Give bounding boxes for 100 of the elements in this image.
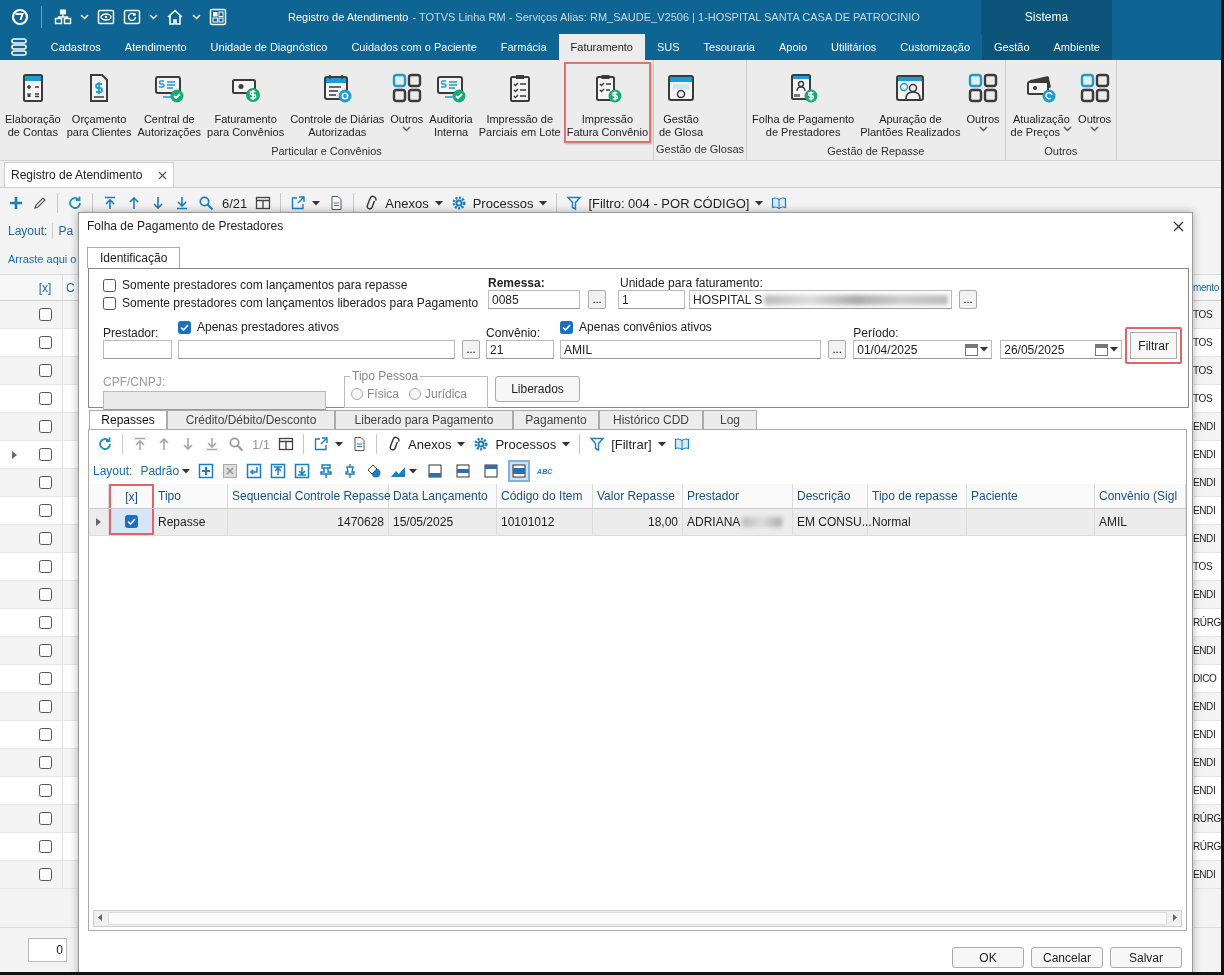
paint-icon[interactable] <box>366 463 383 479</box>
column-header[interactable]: Convênio (Sigl <box>1095 484 1186 508</box>
tab[interactable]: Repasses <box>89 410 167 429</box>
paperclip-icon[interactable] <box>363 195 380 211</box>
caret-icon[interactable] <box>182 468 191 474</box>
refresh-icon[interactable] <box>97 436 113 452</box>
checkbox[interactable] <box>38 364 52 377</box>
filter-menu[interactable]: [Filtrar] <box>611 436 652 452</box>
menu-tab[interactable]: Utilitários <box>819 34 889 60</box>
close-icon[interactable] <box>1173 220 1184 232</box>
checkbox[interactable] <box>38 840 52 853</box>
tab[interactable]: Log <box>703 410 757 429</box>
ribbon-button[interactable]: Gestão de Glosa <box>656 62 707 143</box>
document-tab[interactable]: Registro de Atendimento <box>4 162 175 187</box>
checkbox[interactable] <box>38 672 52 685</box>
chevron-icon[interactable] <box>1063 126 1073 132</box>
released-button[interactable]: Liberados <box>495 376 580 402</box>
lookup-button[interactable]: ... <box>462 340 480 359</box>
checkbox[interactable] <box>103 296 116 310</box>
input-field[interactable] <box>103 391 326 410</box>
checkbox[interactable] <box>38 728 52 741</box>
column-header[interactable]: Descrição <box>793 484 868 508</box>
move-top-icon[interactable] <box>270 463 287 479</box>
dialog-button[interactable]: OK <box>952 947 1024 968</box>
attachments-menu[interactable]: Anexos <box>385 195 429 211</box>
refresh-icon[interactable] <box>123 8 141 26</box>
date-field[interactable]: 26/05/2025 <box>1000 340 1123 359</box>
document-icon[interactable] <box>328 195 345 211</box>
refresh-icon[interactable] <box>67 195 83 211</box>
scrollbar[interactable] <box>93 910 1182 927</box>
gear-icon[interactable] <box>450 195 467 211</box>
enter-icon[interactable] <box>246 463 263 479</box>
first-record-icon[interactable] <box>102 195 118 211</box>
org-chart-icon[interactable] <box>54 8 72 26</box>
ribbon-button[interactable]: Controle de Diárias Autorizadas <box>287 62 388 143</box>
ribbon-button[interactable]: Faturamento para Convênios <box>204 62 288 143</box>
dialog-button[interactable]: Cancelar <box>1031 947 1103 968</box>
column-header[interactable]: Paciente <box>967 484 1095 508</box>
page-field[interactable]: 0 <box>28 938 67 962</box>
filter-menu[interactable]: [Filtro: 004 - POR CÓDIGO] <box>588 195 750 211</box>
input-field[interactable]: 21 <box>486 340 555 359</box>
grid-icon[interactable] <box>209 8 227 26</box>
checkbox[interactable] <box>38 532 52 545</box>
columns-icon[interactable] <box>278 436 295 452</box>
menu-tab[interactable]: Cuidados com o Paciente <box>339 34 489 60</box>
export-icon[interactable] <box>290 195 307 211</box>
arrow-down-icon[interactable] <box>150 195 166 211</box>
menu-tab[interactable]: Customização <box>888 34 983 60</box>
input-field[interactable] <box>103 340 172 359</box>
document-icon[interactable] <box>351 436 368 452</box>
gear-icon[interactable] <box>473 436 490 452</box>
checkbox[interactable] <box>38 868 52 881</box>
lookup-button[interactable]: ... <box>588 290 606 309</box>
plus-icon[interactable] <box>8 195 24 211</box>
column-header[interactable]: C <box>66 280 75 295</box>
checkbox[interactable] <box>38 308 52 321</box>
checkbox[interactable] <box>38 812 52 825</box>
checkbox[interactable] <box>38 756 52 769</box>
column-header[interactable]: Data Lançamento <box>389 484 497 508</box>
chevron-icon[interactable] <box>402 126 412 132</box>
book-icon[interactable] <box>673 436 690 452</box>
checkbox[interactable] <box>38 392 52 405</box>
ribbon-button[interactable]: Central de Autorizações <box>134 62 205 143</box>
input-field[interactable]: 0085 <box>488 290 580 309</box>
column-header[interactable]: Sequencial Controle Repasse <box>228 484 389 508</box>
ribbon-button[interactable]: Outros <box>963 62 1003 145</box>
caret-icon[interactable] <box>980 347 989 352</box>
ribbon-button[interactable]: Atualização de Preços <box>1007 62 1076 145</box>
menu-icon[interactable] <box>10 38 27 56</box>
tab[interactable]: Identificação <box>87 247 181 268</box>
search-icon[interactable] <box>198 195 214 211</box>
ribbon-button[interactable]: Impressão Fatura Convênio <box>563 62 651 143</box>
column-header[interactable]: mento <box>1193 282 1221 293</box>
add-row-icon[interactable] <box>198 463 215 479</box>
pencil-icon[interactable] <box>32 195 48 211</box>
tab[interactable]: Crédito/Débito/Desconto <box>167 410 335 429</box>
column-header[interactable]: Código do Item <box>497 484 593 508</box>
caret-icon[interactable] <box>539 200 548 206</box>
checkbox[interactable] <box>38 588 52 601</box>
menu-tab[interactable]: Apoio <box>766 34 820 60</box>
caret-icon[interactable] <box>312 200 321 206</box>
checkbox[interactable] <box>38 644 52 657</box>
column-header[interactable]: Tipo de repasse <box>868 484 967 508</box>
checkbox[interactable] <box>38 476 52 489</box>
checkbox[interactable] <box>560 320 574 334</box>
ribbon-button[interactable]: Orçamento para Clientes <box>63 62 135 143</box>
tab[interactable]: Liberado para Pagamento <box>335 410 513 429</box>
checkbox[interactable] <box>103 278 116 292</box>
search-icon[interactable] <box>228 436 244 452</box>
input-field[interactable]: HOSPITAL S <box>689 290 952 309</box>
checkbox[interactable] <box>38 504 52 517</box>
column-header[interactable]: [x] <box>38 280 52 295</box>
export-icon[interactable] <box>313 436 330 452</box>
caret-icon[interactable] <box>1110 347 1119 352</box>
ribbon-button[interactable]: Outros <box>387 62 427 145</box>
filter-icon[interactable] <box>566 195 583 211</box>
calendar-icon[interactable] <box>1095 343 1110 356</box>
input-field[interactable]: AMIL <box>560 340 822 359</box>
book-icon[interactable] <box>771 195 788 211</box>
checkbox[interactable] <box>38 420 52 433</box>
